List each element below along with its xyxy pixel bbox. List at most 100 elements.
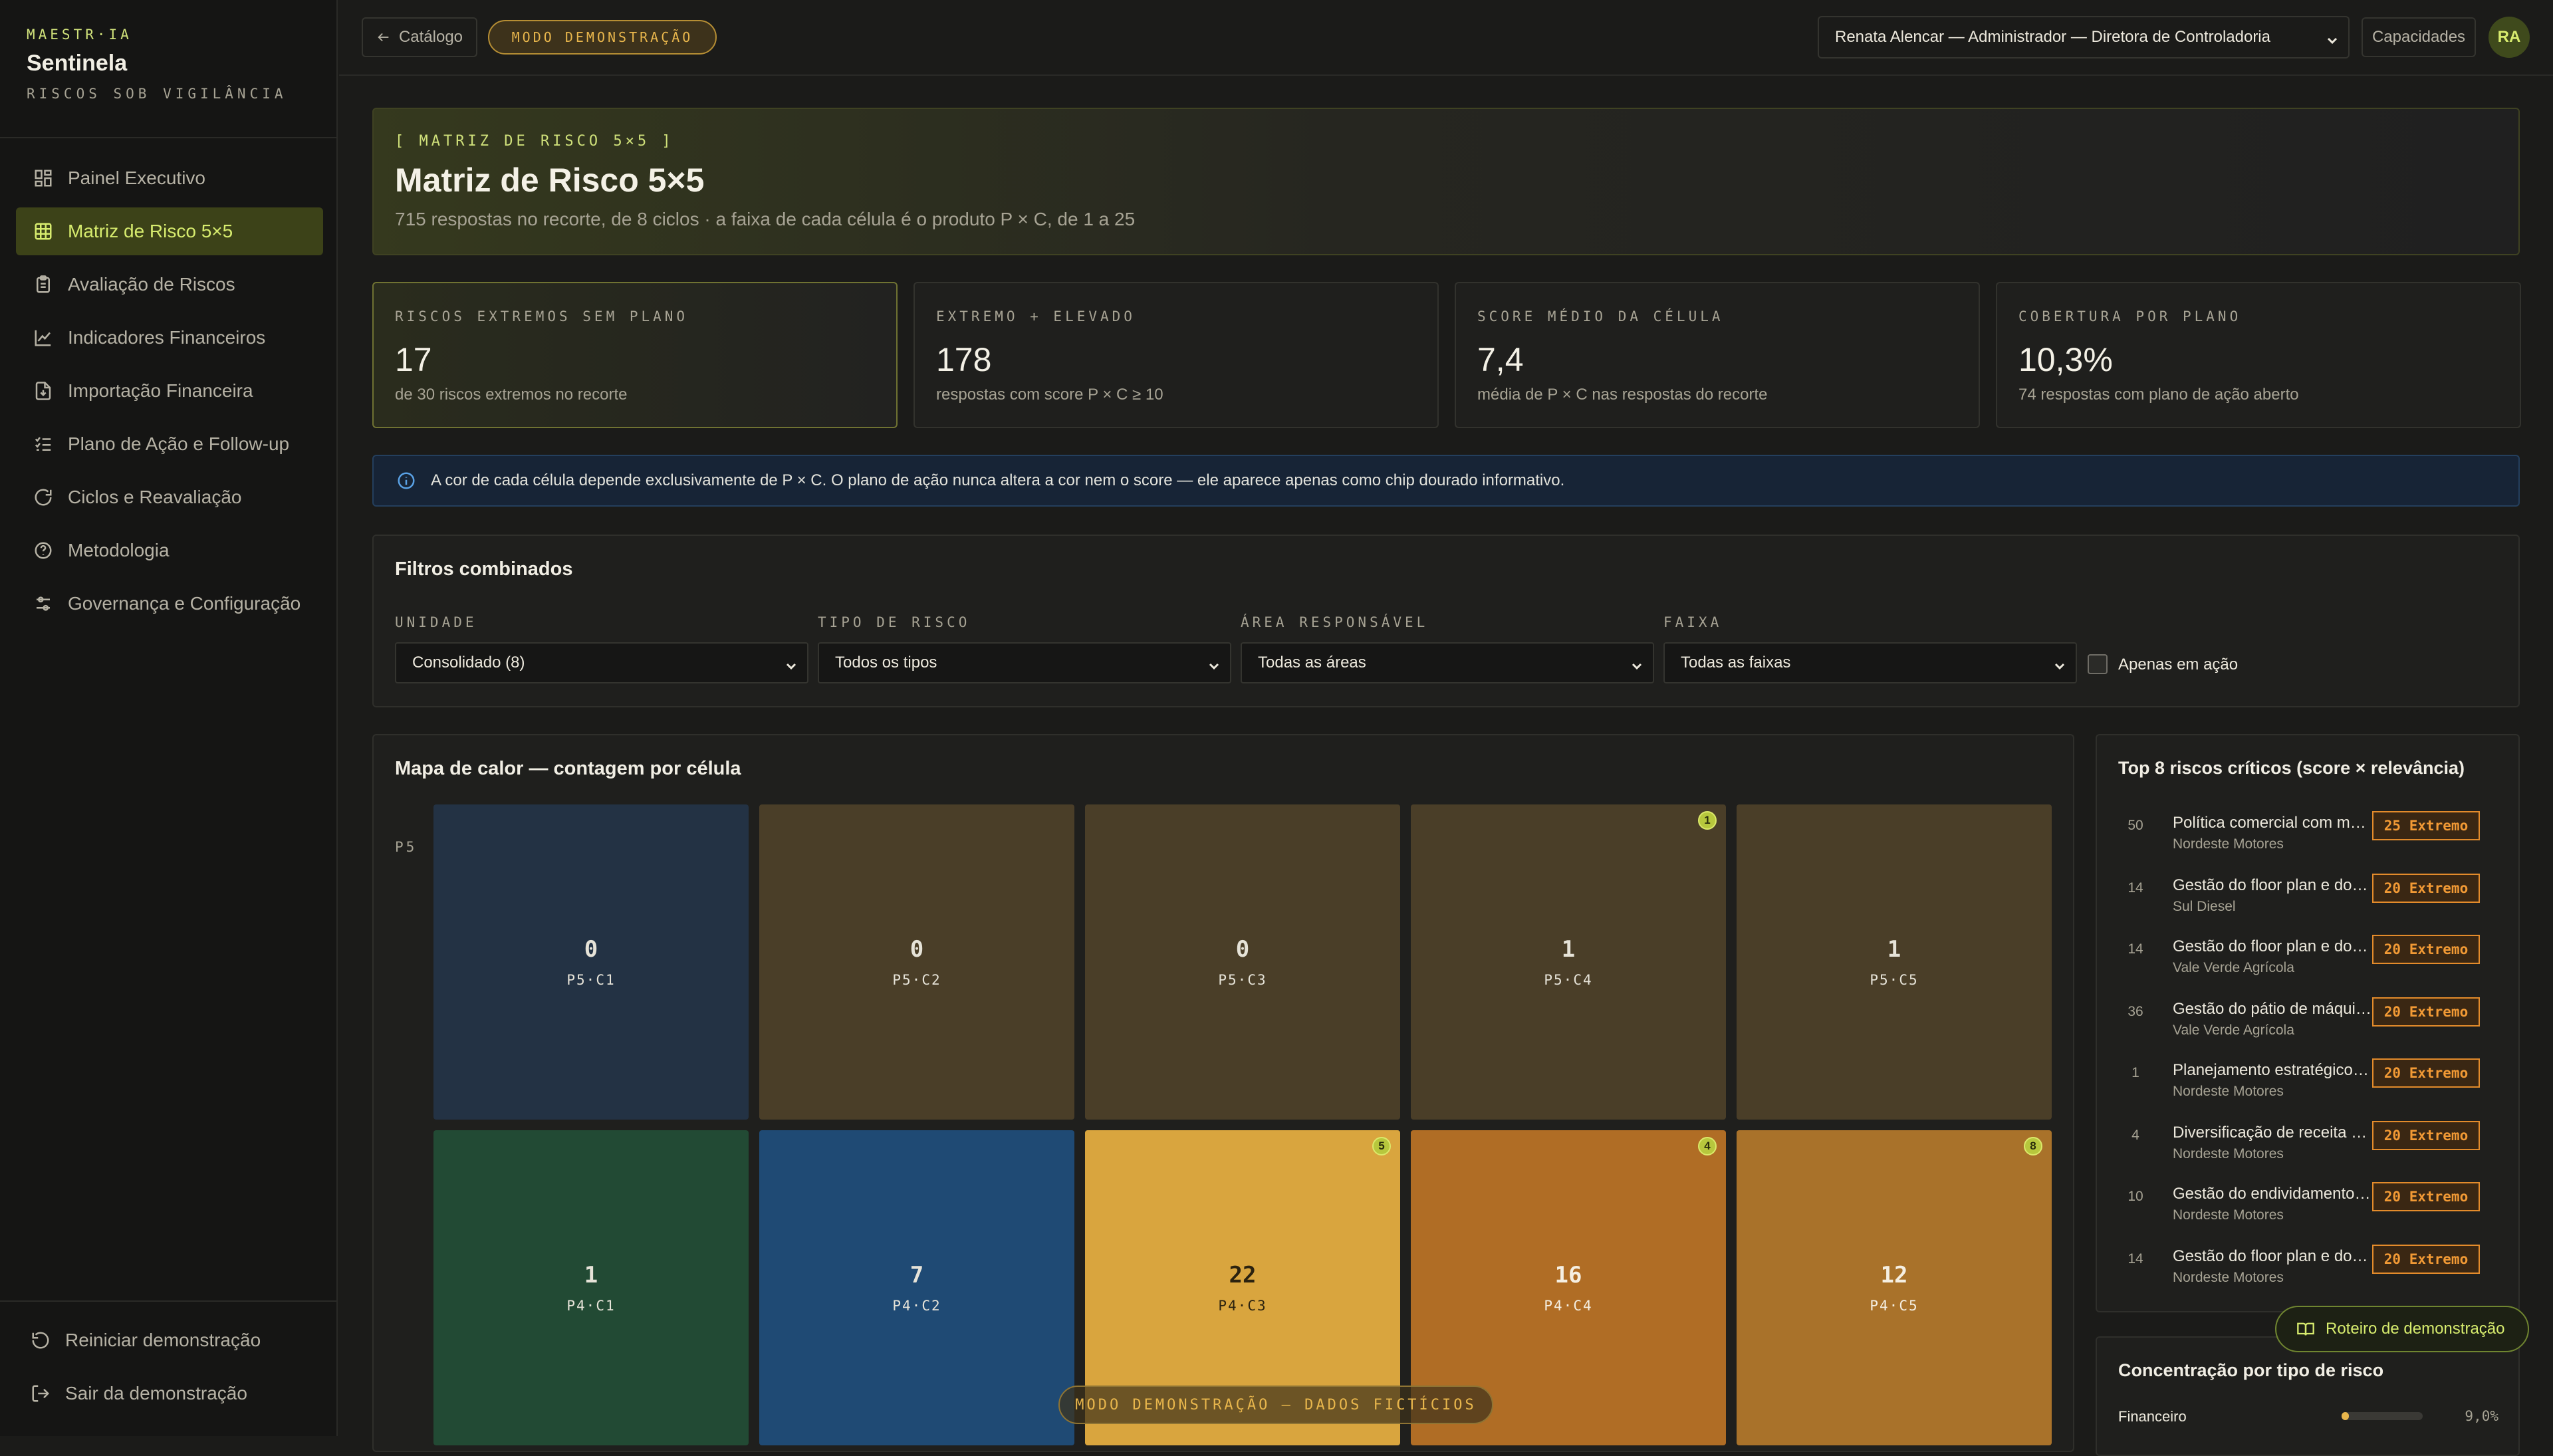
list-item[interactable]: 14 Gestão do floor plan e do estoque Nor… <box>2097 1245 2505 1306</box>
cell-count: 22 <box>1229 1262 1257 1288</box>
sidebar-item-metodologia[interactable]: Metodologia <box>16 527 323 574</box>
only-action-checkbox[interactable] <box>2088 654 2108 674</box>
sidebar-item-plano-de-acao[interactable]: Plano de Ação e Follow-up <box>16 420 323 468</box>
filter-value: Todos os tipos <box>835 654 937 671</box>
risk-unit: Nordeste Motores <box>2173 1146 2284 1161</box>
filters-panel: Filtros combinados UNIDADE Consolidado (… <box>372 535 2520 707</box>
heatmap-cell-p5c4[interactable]: 1 1 P5·C4 <box>1411 804 1726 1120</box>
cell-code: P4·C2 <box>892 1298 941 1314</box>
page-tag: [ MATRIZ DE RISCO 5×5 ] <box>395 133 674 150</box>
page-title: Matriz de Risco 5×5 <box>395 162 705 199</box>
heatmap-cell-p5c3[interactable]: 0 P5·C3 <box>1085 804 1400 1120</box>
cell-code: P5·C4 <box>1544 972 1593 988</box>
risk-score-badge: 20 Extremo <box>2372 1058 2480 1088</box>
list-item[interactable]: 14 Gestão do floor plan e do estoque Val… <box>2097 935 2505 996</box>
kpi-card-score-medio: SCORE MÉDIO DA CÉLULA 7,4 média de P × C… <box>1455 282 1980 428</box>
heatmap-cell-p4c2[interactable]: 7 P4·C2 <box>759 1130 1074 1445</box>
area-filter-select[interactable]: Todas as áreas <box>1241 642 1654 683</box>
unit-filter-select[interactable]: Consolidado (8) <box>395 642 808 683</box>
heatmap-row-label: P5 <box>395 839 418 855</box>
sidebar-item-label: Metodologia <box>68 540 170 560</box>
cell-code: P4·C5 <box>1870 1298 1919 1314</box>
file-import-icon <box>33 381 53 401</box>
user-role-select[interactable]: Renata Alencar — Administrador — Diretor… <box>1818 16 2350 59</box>
concentration-value: 9,0% <box>2465 1408 2498 1424</box>
info-icon <box>398 472 415 489</box>
cell-count: 7 <box>910 1262 924 1288</box>
heatmap-cell-p5c1[interactable]: 0 P5·C1 <box>433 804 749 1120</box>
brand-tagline: RISCOS SOB VIGILÂNCIA <box>27 86 287 102</box>
cell-code: P4·C3 <box>1218 1298 1267 1314</box>
checklist-icon <box>33 434 53 454</box>
heatmap-cell-p4c1[interactable]: 1 P4·C1 <box>433 1130 749 1445</box>
heatmap-title: Mapa de calor — contagem por célula <box>395 758 741 779</box>
cell-code: P4·C4 <box>1544 1298 1593 1314</box>
cell-code: P5·C2 <box>892 972 941 988</box>
info-text: A cor de cada célula depende exclusivame… <box>431 471 1565 489</box>
risk-unit: Nordeste Motores <box>2173 1207 2284 1223</box>
filter-value: Todas as faixas <box>1681 654 1791 671</box>
book-open-icon <box>2297 1322 2314 1336</box>
sidebar-item-painel-executivo[interactable]: Painel Executivo <box>16 154 323 202</box>
avatar[interactable]: RA <box>2489 17 2530 58</box>
risk-index: 14 <box>2128 880 2143 896</box>
help-circle-icon <box>33 541 53 560</box>
kpi-value: 7,4 <box>1477 341 1524 378</box>
concentration-panel: Concentração por tipo de risco Financeir… <box>2096 1336 2520 1456</box>
sidebar-nav: Painel Executivo Matriz de Risco 5×5 Ava… <box>16 154 323 633</box>
chevron-down-icon <box>786 658 796 670</box>
sidebar-bottom: Reiniciar demonstração Sair da demonstra… <box>16 1316 323 1423</box>
risk-name: Gestão do pátio de máquinas usadas <box>2173 1000 2372 1018</box>
heatmap-cell-p5c5[interactable]: 1 P5·C5 <box>1737 804 2052 1120</box>
brand-name: Sentinela <box>27 51 128 76</box>
kpi-sub: média de P × C nas respostas do recorte <box>1477 386 1768 404</box>
filter-label: UNIDADE <box>395 614 477 630</box>
sidebar-divider <box>0 137 338 138</box>
filter-label: ÁREA RESPONSÁVEL <box>1241 614 1429 630</box>
demo-script-button[interactable]: Roteiro de demonstração <box>2275 1306 2529 1352</box>
list-item[interactable]: 1 Planejamento estratégico e orçamento N… <box>2097 1058 2505 1120</box>
sidebar-item-matriz-de-risco[interactable]: Matriz de Risco 5×5 <box>16 207 323 255</box>
sidebar-item-label: Painel Executivo <box>68 168 206 188</box>
sidebar-item-label: Importação Financeira <box>68 380 253 401</box>
capabilities-button[interactable]: Capacidades <box>2362 17 2476 57</box>
risk-index: 50 <box>2128 818 2143 833</box>
cell-count: 0 <box>910 936 924 963</box>
risk-index: 36 <box>2128 1004 2143 1019</box>
list-item[interactable]: 50 Política comercial com margem negativ… <box>2097 811 2505 872</box>
list-item[interactable]: 14 Gestão do floor plan e do estoque Sul… <box>2097 874 2505 935</box>
kpi-label: RISCOS EXTREMOS SEM PLANO <box>395 308 689 324</box>
risk-name: Planejamento estratégico e orçamento <box>2173 1061 2372 1079</box>
chevron-down-icon <box>2327 32 2338 45</box>
list-item[interactable]: 36 Gestão do pátio de máquinas usadas Va… <box>2097 997 2505 1058</box>
heatmap-cell-p4c5[interactable]: 8 12 P4·C5 <box>1737 1130 2052 1445</box>
reset-demo-button[interactable]: Reiniciar demonstração <box>16 1316 323 1364</box>
sidebar-item-avaliacao-de-riscos[interactable]: Avaliação de Riscos <box>16 261 323 308</box>
back-to-catalog-button[interactable]: Catálogo <box>362 17 477 57</box>
sidebar-item-governanca[interactable]: Governança e Configuração <box>16 580 323 628</box>
band-filter-select[interactable]: Todas as faixas <box>1663 642 2077 683</box>
kpi-label: EXTREMO + ELEVADO <box>936 308 1136 324</box>
list-item[interactable]: 10 Gestão do endividamento bancário Nord… <box>2097 1182 2505 1243</box>
cell-count: 0 <box>1235 936 1250 963</box>
heatmap-cell-p5c2[interactable]: 0 P5·C2 <box>759 804 1074 1120</box>
reset-demo-label: Reiniciar demonstração <box>65 1330 261 1350</box>
sidebar-item-importacao-financeira[interactable]: Importação Financeira <box>16 367 323 415</box>
action-plan-chip: 1 <box>1698 811 1717 830</box>
risk-name: Gestão do floor plan e do estoque <box>2173 876 2372 894</box>
topbar: Catálogo MODO DEMONSTRAÇÃO Renata Alenca… <box>339 0 2553 76</box>
filter-label: TIPO DE RISCO <box>818 614 971 630</box>
list-item[interactable]: 4 Diversificação de receita e serviços N… <box>2097 1121 2505 1182</box>
logout-icon <box>31 1384 51 1403</box>
exit-demo-button[interactable]: Sair da demonstração <box>16 1370 323 1417</box>
concentration-title: Concentração por tipo de risco <box>2118 1360 2384 1380</box>
risk-score-badge: 20 Extremo <box>2372 874 2480 903</box>
sidebar-item-ciclos-e-reavaliacao[interactable]: Ciclos e Reavaliação <box>16 473 323 521</box>
sidebar-item-label: Indicadores Financeiros <box>68 327 266 348</box>
grid-icon <box>33 221 53 241</box>
sidebar-item-indicadores-financeiros[interactable]: Indicadores Financeiros <box>16 314 323 362</box>
sidebar-item-label: Plano de Ação e Follow-up <box>68 433 290 454</box>
brand: MAESTR·IA Sentinela RISCOS SOB VIGILÂNCI… <box>27 27 287 102</box>
heatmap-panel: Mapa de calor — contagem por célula P5 0… <box>372 734 2074 1452</box>
risk-type-filter-select[interactable]: Todos os tipos <box>818 642 1231 683</box>
